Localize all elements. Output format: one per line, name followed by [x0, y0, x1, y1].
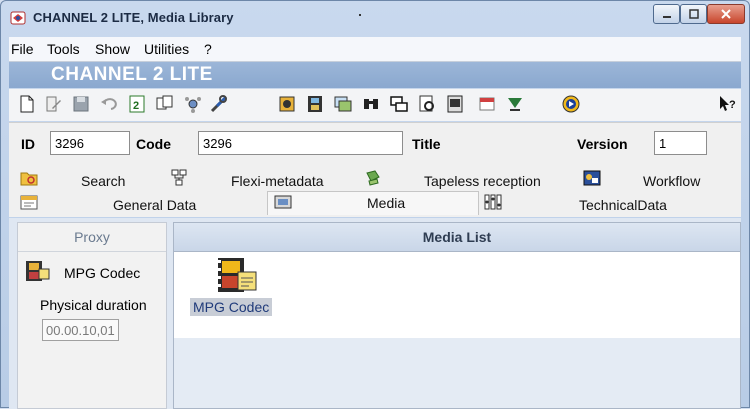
play-icon[interactable] — [561, 94, 581, 114]
title-label: Title — [412, 136, 441, 152]
new-icon[interactable] — [17, 94, 37, 114]
flexi-metadata-icon — [171, 169, 187, 186]
menu-tools[interactable]: Tools — [47, 41, 80, 57]
excel-icon[interactable]: 2 — [127, 94, 147, 114]
tab-general-data[interactable]: General Data — [113, 197, 196, 213]
id-label: ID — [21, 136, 35, 152]
report-icon[interactable] — [445, 94, 465, 114]
menu-utilities[interactable]: Utilities — [144, 41, 189, 57]
tapeless-icon — [366, 170, 380, 186]
help-pointer-icon[interactable]: ? — [717, 94, 737, 114]
version-field[interactable] — [654, 131, 707, 155]
proxy-title: Proxy — [74, 229, 110, 245]
code-label: Code — [136, 136, 171, 152]
tab-media[interactable]: Media — [367, 195, 405, 211]
proxy-codec-icon — [26, 261, 50, 281]
undo-icon[interactable] — [99, 94, 119, 114]
mpg-codec-icon[interactable] — [214, 256, 258, 296]
svg-text:2: 2 — [133, 100, 139, 112]
media-list-header: Media List — [174, 223, 740, 252]
app-icon — [10, 11, 26, 25]
save-icon[interactable] — [71, 94, 91, 114]
tools-icon[interactable] — [209, 94, 229, 114]
menu-bar: File Tools Show Utilities ? — [9, 37, 741, 62]
media-item-label[interactable]: MPG Codec — [190, 298, 273, 316]
tab-workflow[interactable]: Workflow — [643, 173, 700, 189]
tab-tapeless-reception[interactable]: Tapeless reception — [424, 173, 541, 189]
id-field[interactable] — [50, 131, 130, 155]
network-icon[interactable] — [183, 94, 203, 114]
tab-technical-data[interactable]: TechnicalData — [579, 197, 667, 213]
record-fields: ID Code Title Version — [9, 122, 741, 166]
code-field[interactable] — [198, 131, 403, 155]
edit-icon[interactable] — [43, 94, 63, 114]
proxy-codec-label[interactable]: MPG Codec — [64, 265, 140, 281]
close-button[interactable] — [707, 4, 745, 24]
title-dot — [359, 14, 361, 16]
calendar-icon[interactable] — [477, 94, 497, 114]
app-banner: CHANNEL 2 LITE — [9, 62, 741, 88]
version-label: Version — [577, 136, 628, 152]
main-window: CHANNEL 2 LITE, Media Library File Tools… — [0, 0, 750, 409]
menu-help[interactable]: ? — [204, 41, 212, 57]
menu-file[interactable]: File — [11, 41, 34, 57]
general-data-icon — [20, 195, 38, 210]
copy-icon[interactable] — [155, 94, 175, 114]
physical-duration-label: Physical duration — [40, 297, 147, 313]
technical-data-icon — [484, 194, 502, 210]
media-list-body[interactable]: MPG Codec — [174, 252, 740, 338]
window-title: CHANNEL 2 LITE, Media Library — [33, 10, 234, 25]
title-bar[interactable]: CHANNEL 2 LITE, Media Library — [1, 1, 749, 35]
toolbar: 2 ? — [9, 89, 741, 121]
proxy-panel: Proxy MPG Codec Physical duration — [17, 222, 167, 409]
menu-show[interactable]: Show — [95, 41, 130, 57]
tab-search[interactable]: Search — [81, 173, 125, 189]
preview-icon[interactable] — [417, 94, 437, 114]
search-icon — [20, 172, 38, 186]
banner-title: CHANNEL 2 LITE — [51, 64, 213, 85]
workflow-icon — [583, 170, 601, 186]
proxy-divider — [18, 251, 166, 252]
media-icon[interactable] — [333, 94, 353, 114]
maximize-icon — [688, 9, 699, 19]
tab-strip: Search Flexi-metadata Tapeless reception… — [9, 165, 741, 217]
media-list-lower-area — [174, 338, 740, 408]
media-tab-icon — [274, 195, 292, 209]
maximize-button[interactable] — [680, 4, 707, 24]
minimize-button[interactable] — [653, 4, 680, 24]
media-content: Proxy MPG Codec Physical duration Media … — [9, 218, 741, 409]
media-list-panel: Media List MPG Codec — [173, 222, 741, 409]
minimize-icon — [662, 16, 671, 18]
film-icon[interactable] — [277, 94, 297, 114]
svg-text:?: ? — [729, 99, 736, 111]
tab-flexi-metadata[interactable]: Flexi-metadata — [231, 173, 324, 189]
download-icon[interactable] — [505, 94, 525, 114]
close-icon — [721, 9, 731, 19]
windows-icon[interactable] — [389, 94, 409, 114]
physical-duration-field[interactable] — [42, 319, 119, 341]
filmstrip-icon[interactable] — [305, 94, 325, 114]
binoculars-icon[interactable] — [361, 94, 381, 114]
